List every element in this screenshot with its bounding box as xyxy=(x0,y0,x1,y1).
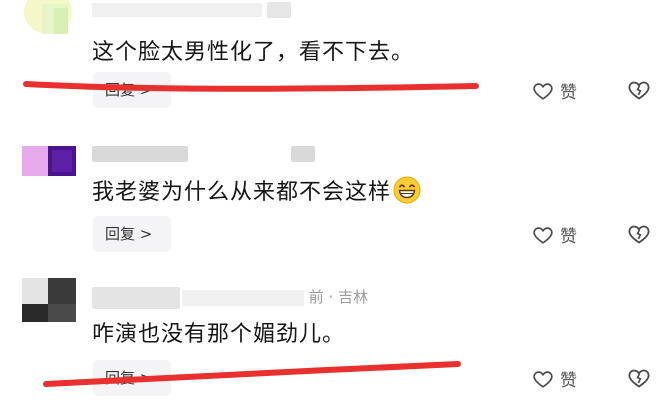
like-button[interactable]: 赞 xyxy=(532,78,577,103)
like-label: 赞 xyxy=(560,83,577,103)
location-text: 前 · 吉林 xyxy=(308,288,369,306)
time-blur xyxy=(182,289,304,306)
avatar[interactable] xyxy=(22,278,76,322)
reply-button[interactable]: 回复 > xyxy=(93,216,171,252)
like-button[interactable]: 赞 xyxy=(532,222,577,247)
badge-blur xyxy=(266,1,291,18)
avatar[interactable] xyxy=(22,146,76,190)
comment-text: 咋演也没有那个媚劲儿。 xyxy=(92,322,346,347)
like-label: 赞 xyxy=(560,227,577,247)
heart-outline-icon xyxy=(533,370,553,388)
comment-item-3: 前 · 吉林 咋演也没有那个媚劲儿。 回复 > 赞 xyxy=(0,276,661,416)
heart-outline-icon xyxy=(533,82,553,100)
broken-heart-icon[interactable] xyxy=(627,78,651,102)
badge-blur xyxy=(290,145,315,162)
username-blur xyxy=(92,286,180,309)
username-blur xyxy=(92,2,262,17)
reply-button[interactable]: 回复 > xyxy=(93,72,171,108)
username-blur xyxy=(92,145,188,162)
comment-item-2: 我老婆为什么从来都不会这样 回复 > 赞 xyxy=(0,140,661,280)
comment-meta: 前 · 吉林 xyxy=(92,286,368,309)
comment-text: 这个脸太男性化了，看不下去。 xyxy=(92,40,415,65)
comment-meta xyxy=(92,0,291,18)
comment-item-1: 这个脸太男性化了，看不下去。 回复 > 赞 xyxy=(0,0,661,140)
like-label: 赞 xyxy=(560,371,577,391)
comment-text: 我老婆为什么从来都不会这样 xyxy=(92,174,421,206)
reply-button[interactable]: 回复 > xyxy=(93,360,171,396)
broken-heart-icon[interactable] xyxy=(627,222,651,246)
heart-outline-icon xyxy=(533,226,553,244)
grinning-face-icon xyxy=(393,176,421,204)
avatar[interactable] xyxy=(22,0,76,38)
broken-heart-icon[interactable] xyxy=(627,366,651,390)
comment-meta xyxy=(92,144,315,162)
like-button[interactable]: 赞 xyxy=(532,366,577,391)
